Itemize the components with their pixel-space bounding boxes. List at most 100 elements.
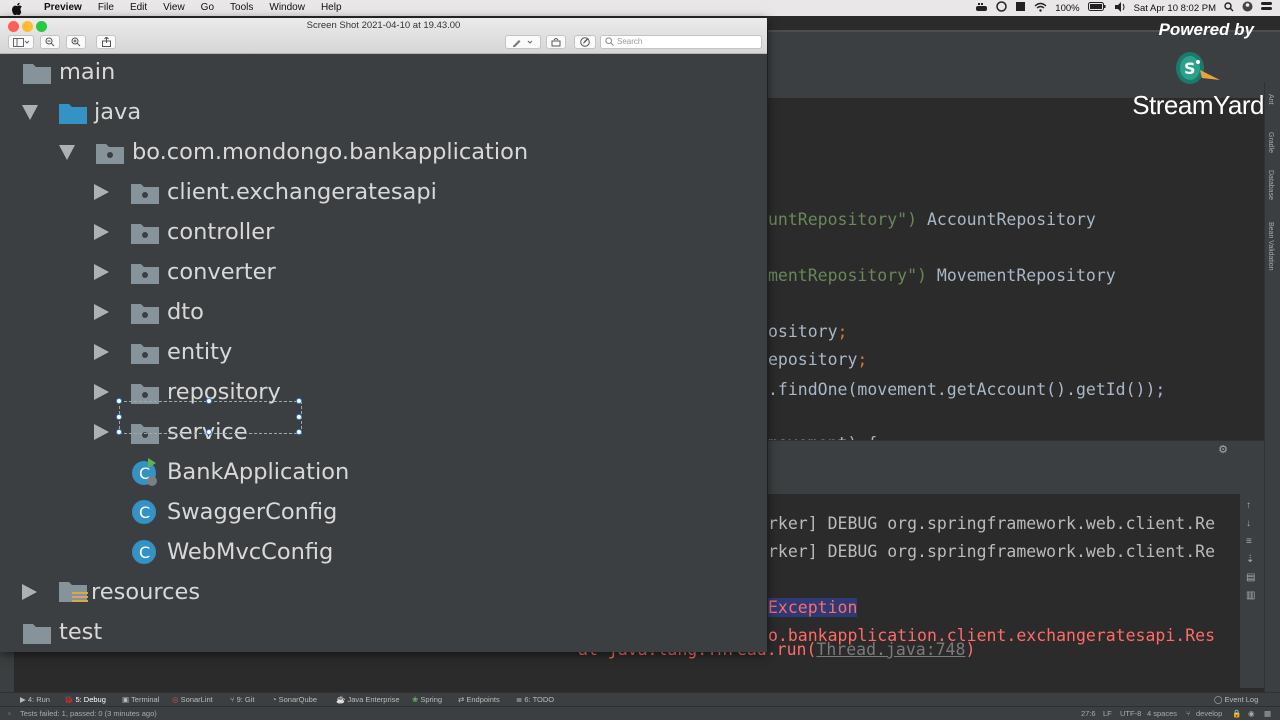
tree-label: controller [167,219,275,245]
resize-handle[interactable] [296,414,302,420]
share-button[interactable] [96,35,116,49]
code-editor[interactable]: untRepository") AccountRepository mentRe… [768,98,1256,456]
resize-handle[interactable] [116,398,122,404]
sidebar-toggle-button[interactable] [8,35,34,49]
markup-icon [580,37,590,47]
menu-help[interactable]: Help [313,0,350,16]
menu-view[interactable]: View [155,0,193,16]
tree-item-java[interactable]: java [22,97,141,127]
menu-go[interactable]: Go [193,0,222,16]
tool-run[interactable]: ▶ 4: Run [20,695,50,704]
file-encoding[interactable]: UTF-8 [1120,709,1141,718]
tool-spring[interactable]: ❀ Spring [412,695,442,704]
tree-item-main[interactable]: main [22,57,115,87]
soft-wrap-icon[interactable]: ≡ [1246,536,1252,547]
rotate-button[interactable] [546,35,566,49]
tree-item-webmvcconfig[interactable]: C WebMvcConfig [130,537,333,567]
menu-window[interactable]: Window [261,0,313,16]
status-indicator-icon[interactable]: ▫ [8,709,11,718]
clock-text[interactable]: Sat Apr 10 8:02 PM [1134,3,1216,14]
tree-item-test[interactable]: test [22,617,102,647]
collapsed-arrow-icon[interactable] [94,304,109,320]
scroll-down-icon[interactable]: ↓ [1246,518,1251,529]
collapsed-arrow-icon[interactable] [22,584,37,600]
zoom-out-icon [45,37,55,47]
tree-item-resources[interactable]: resources [22,577,200,607]
markup-pen-button[interactable] [505,35,541,49]
docker-icon[interactable] [975,2,988,15]
status-circle-icon[interactable] [996,1,1008,15]
resize-handle[interactable] [296,429,302,435]
print-icon[interactable]: ▤ [1246,572,1255,583]
resize-handle[interactable] [116,429,122,435]
indent-setting[interactable]: 4 spaces [1147,709,1177,718]
collapsed-arrow-icon[interactable] [94,424,109,440]
git-branch[interactable]: develop [1196,709,1222,718]
tool-todo[interactable]: ≣ 6: TODO [516,695,554,704]
inspection-icon[interactable]: ◉ [1248,709,1255,718]
collapsed-arrow-icon[interactable] [94,384,109,400]
stacktrace-link[interactable]: Thread.java:748 [816,640,965,659]
resize-handle[interactable] [296,398,302,404]
volume-icon[interactable] [1114,1,1126,15]
tool-java-enterprise[interactable]: ☕ Java Enterprise [336,695,400,704]
memory-icon[interactable]: ▦ [1264,709,1271,718]
tool-endpoints[interactable]: ⇄ Endpoints [458,695,500,704]
resize-handle[interactable] [206,429,212,435]
zoom-out-button[interactable] [40,35,60,49]
apple-icon[interactable] [12,1,26,15]
console-side-toolbar: ↑ ↓ ≡ ⇣ ▤ ▥ [1240,494,1264,688]
expanded-arrow-icon[interactable] [22,104,38,120]
expanded-arrow-icon[interactable] [59,144,75,160]
user-avatar-icon[interactable] [1242,1,1253,15]
lock-icon[interactable]: 🔒 [1232,709,1241,718]
tree-item-controller[interactable]: controller [94,217,274,247]
collapsed-arrow-icon[interactable] [94,264,109,280]
menu-file[interactable]: File [90,0,122,16]
tree-item-entity[interactable]: entity [94,337,232,367]
scroll-up-icon[interactable]: ↑ [1246,500,1251,511]
side-tool-gradle[interactable]: Gradle [1267,132,1274,153]
menu-edit[interactable]: Edit [122,0,155,16]
status-message[interactable]: Tests failed: 1, passed: 0 (3 minutes ag… [20,709,157,718]
markup-toolbar-button[interactable] [574,35,596,49]
menu-preview[interactable]: Preview [36,0,90,16]
source-folder-icon [59,104,87,124]
search-input[interactable]: Search [600,35,762,49]
dropbox-icon[interactable] [1015,1,1026,15]
tool-git[interactable]: ⑂ 9: Git [230,695,255,704]
tree-item-package[interactable]: bo.com.mondongo.bankapplication [59,137,528,167]
control-center-icon[interactable] [1261,2,1272,14]
sidebar-icon [13,37,29,47]
side-tool-database[interactable]: Database [1267,170,1274,200]
package-icon [131,304,159,324]
tool-terminal[interactable]: ▣ Terminal [122,695,159,704]
clear-icon[interactable]: ▥ [1246,590,1255,601]
tree-item-dto[interactable]: dto [94,297,204,327]
resize-handle[interactable] [206,398,212,404]
tree-item-converter[interactable]: converter [94,257,276,287]
tool-sonarlint[interactable]: ◎ SonarLint [172,695,213,704]
zoom-in-button[interactable] [66,35,86,49]
scroll-to-end-icon[interactable]: ⇣ [1246,554,1254,565]
tool-debug[interactable]: 🐞 5: Debug [64,695,106,704]
tool-event-log[interactable]: ◯ Event Log [1214,695,1258,704]
wifi-icon[interactable] [1034,2,1047,15]
line-separator[interactable]: LF [1103,709,1112,718]
tree-item-bankapplication[interactable]: C BankApplication [130,457,349,487]
collapsed-arrow-icon[interactable] [94,344,109,360]
tree-item-swaggerconfig[interactable]: C SwaggerConfig [130,497,337,527]
menu-tools[interactable]: Tools [222,0,261,16]
tool-sonarqube[interactable]: ◔ SonarQube [272,695,317,704]
search-spotlight-icon[interactable] [1224,1,1234,15]
battery-icon[interactable] [1087,2,1106,14]
settings-gear-icon[interactable]: ⚙ [1218,443,1228,456]
collapsed-arrow-icon[interactable] [94,224,109,240]
console-line-3: Exception [768,598,858,617]
tree-item-client-exchangeratesapi[interactable]: client.exchangeratesapi [94,177,437,207]
selection-rectangle[interactable] [116,398,302,435]
resize-handle[interactable] [116,414,122,420]
side-tool-bean-validation[interactable]: Bean Validation [1267,222,1274,271]
cursor-position[interactable]: 27:6 [1081,709,1096,718]
collapsed-arrow-icon[interactable] [94,184,109,200]
